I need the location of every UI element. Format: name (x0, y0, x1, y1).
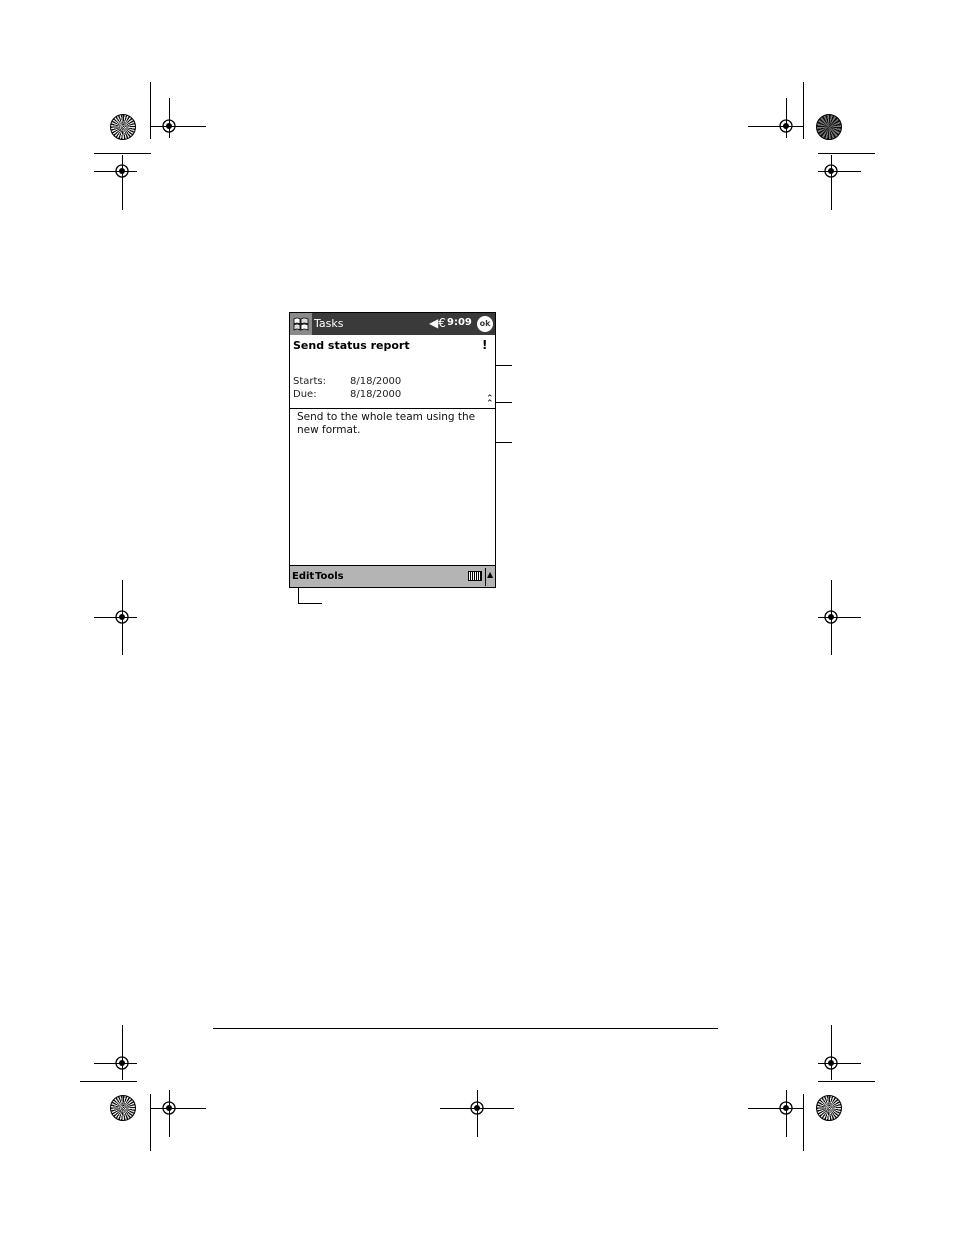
summary-divider (290, 408, 495, 409)
crop-mark (150, 126, 206, 127)
clock[interactable]: 9:09 (447, 317, 472, 328)
menu-tools[interactable]: Tools (315, 571, 344, 582)
registration-target-icon (160, 1099, 178, 1117)
registration-rose-icon (816, 114, 842, 140)
device-screen: Tasks ◀€ 9:09 ok Send status report ! St… (289, 312, 496, 588)
crop-mark (818, 1081, 875, 1082)
crop-mark (150, 1094, 151, 1151)
crop-mark (803, 82, 804, 139)
task-subject[interactable]: Send status report (293, 339, 410, 352)
starts-value: 8/18/2000 (350, 376, 402, 387)
keyboard-icon[interactable] (468, 571, 482, 581)
registration-target-icon (777, 1099, 795, 1117)
footer-rule (213, 1028, 718, 1029)
due-label: Due: (293, 389, 317, 400)
registration-target-icon (822, 608, 840, 626)
collapse-summary-icon[interactable]: ⌃ ⌃ (486, 395, 494, 409)
registration-rose-icon (110, 1095, 136, 1121)
app-title: Tasks (314, 317, 344, 330)
crop-mark (94, 153, 151, 154)
menu-edit[interactable]: Edit (292, 571, 314, 582)
crop-mark (748, 126, 804, 127)
callout-line-menubar (298, 586, 299, 603)
crop-mark (748, 1108, 804, 1109)
registration-target-icon (468, 1099, 486, 1117)
notes-area[interactable]: Send to the whole team using the new for… (297, 411, 493, 437)
registration-target-icon (160, 117, 178, 135)
crop-mark (80, 1081, 137, 1082)
callout-line-menubar (298, 603, 322, 604)
registration-rose-icon (110, 114, 136, 140)
menu-bar: Edit Tools ▲ (290, 565, 495, 587)
ok-button[interactable]: ok (477, 316, 493, 332)
crop-mark (150, 1108, 206, 1109)
title-bar: Tasks ◀€ 9:09 ok (290, 313, 495, 335)
registration-target-icon (822, 1054, 840, 1072)
registration-rose-icon (816, 1095, 842, 1121)
callout-line-collapse (494, 402, 512, 403)
registration-target-icon (113, 608, 131, 626)
registration-target-icon (822, 162, 840, 180)
input-selector-arrow-icon[interactable]: ▲ (487, 570, 493, 579)
priority-marker: ! (482, 338, 488, 352)
crop-mark (818, 153, 875, 154)
due-value: 8/18/2000 (350, 389, 402, 400)
registration-target-icon (113, 162, 131, 180)
volume-icon[interactable]: ◀€ (429, 316, 446, 330)
crop-mark (150, 82, 151, 139)
chevron-up-icon: ⌃ (486, 399, 494, 409)
registration-target-icon (777, 117, 795, 135)
start-menu-button[interactable] (290, 313, 312, 335)
crop-mark (803, 1094, 804, 1151)
starts-label: Starts: (293, 376, 327, 387)
registration-target-icon (113, 1054, 131, 1072)
sip-divider (485, 568, 486, 586)
windows-flag-icon (293, 317, 309, 331)
